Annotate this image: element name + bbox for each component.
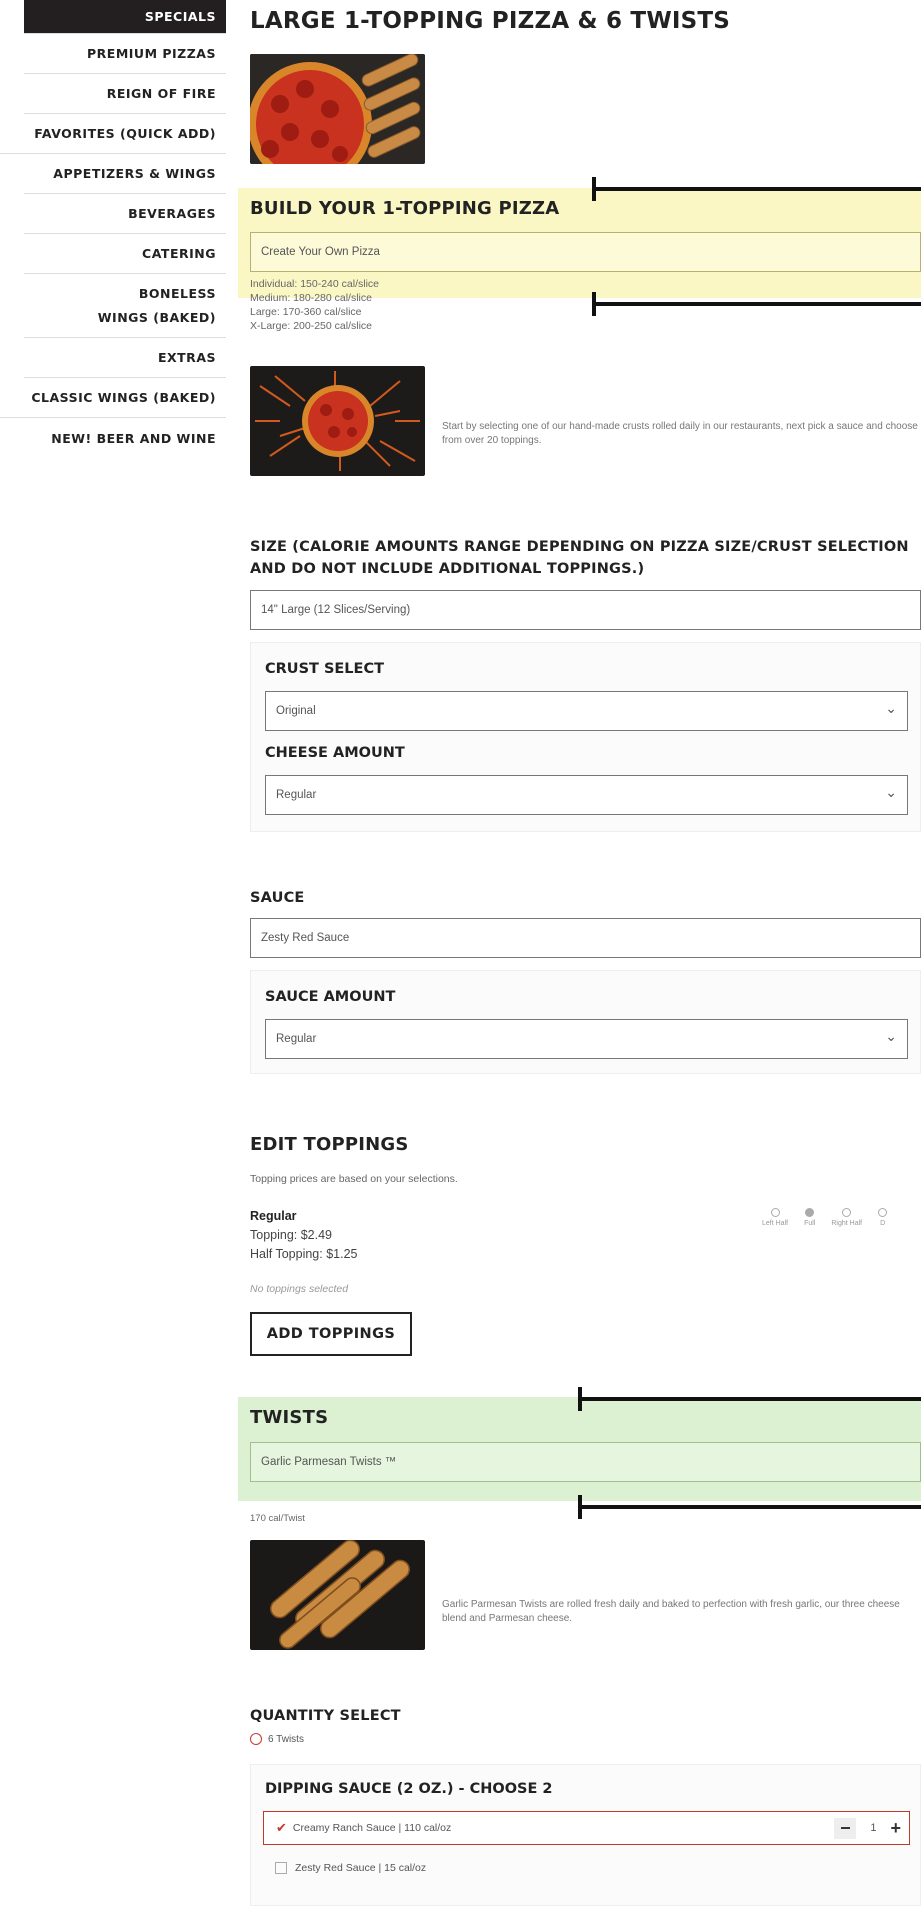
full-icon xyxy=(805,1208,815,1217)
double-icon xyxy=(878,1208,888,1217)
full-option[interactable]: Full xyxy=(804,1208,815,1227)
size-label: SIZE (CALORIE AMOUNTS RANGE DEPENDING ON… xyxy=(250,539,909,577)
sidebar-item-label: PREMIUM PIZZAS xyxy=(87,46,216,61)
half-topping-price: Half Topping: $1.25 xyxy=(250,1247,358,1261)
check-icon: ✔ xyxy=(276,1820,287,1835)
sidebar-item-specials[interactable]: SPECIALS xyxy=(24,0,226,34)
right-half-option[interactable]: Right Half xyxy=(831,1208,862,1227)
sidebar-item-beverages[interactable]: BEVERAGES xyxy=(24,194,226,234)
pizza-select-field[interactable]: Create Your Own Pizza xyxy=(250,232,921,272)
sauce-options-box: SAUCE AMOUNT Regular xyxy=(250,970,921,1074)
size-select[interactable]: 14" Large (12 Slices/Serving) xyxy=(250,590,921,630)
minus-button[interactable]: − xyxy=(834,1817,857,1839)
twists-section-title: TWISTS xyxy=(250,1407,329,1428)
right-half-icon xyxy=(842,1208,852,1217)
sidebar-item-classic-wings[interactable]: CLASSIC WINGS (BAKED) xyxy=(0,378,226,418)
sidebar-item-catering[interactable]: CATERING xyxy=(24,234,226,274)
dipping-sauce-box: DIPPING SAUCE (2 OZ.) - CHOOSE 2 ✔ Cream… xyxy=(250,1764,921,1906)
sauce-select[interactable]: Zesty Red Sauce xyxy=(250,918,921,958)
double-option[interactable]: D xyxy=(878,1208,888,1227)
toppings-tier: Regular xyxy=(250,1209,297,1223)
plus-button[interactable]: + xyxy=(890,1818,901,1839)
pizza-calories: Individual: 150-240 cal/slice Medium: 18… xyxy=(250,277,379,333)
dipping-option-row[interactable]: ✔ Creamy Ranch Sauce | 110 cal/oz − 1 + xyxy=(263,1811,910,1845)
pointer-arrow xyxy=(578,1387,921,1411)
sauce-amount-select[interactable]: Regular xyxy=(265,1019,908,1059)
placement-label: Right Half xyxy=(831,1220,863,1227)
sidebar-item-label: REIGN OF FIRE xyxy=(106,86,216,101)
sidebar-item-label: BONELESS WINGS (BAKED) xyxy=(97,285,216,325)
placement-label: Full xyxy=(804,1220,816,1227)
sidebar-item-label: EXTRAS xyxy=(157,350,216,365)
category-sidebar: SPECIALS PREMIUM PIZZAS REIGN OF FIRE FA… xyxy=(0,0,226,458)
sidebar-item-boneless-wings[interactable]: BONELESS WINGS (BAKED) xyxy=(24,274,226,338)
crust-select[interactable]: Original xyxy=(265,691,908,731)
dipping-label: DIPPING SAUCE (2 OZ.) - CHOOSE 2 xyxy=(265,1781,553,1797)
sidebar-item-label: CLASSIC WINGS (BAKED) xyxy=(31,390,216,405)
sidebar-item-favorites[interactable]: FAVORITES (QUICK ADD) xyxy=(0,114,226,154)
quantity-value: 6 Twists xyxy=(268,1733,304,1745)
pointer-arrow xyxy=(592,292,921,316)
sidebar-item-label: APPETIZERS & WINGS xyxy=(53,166,216,181)
product-image xyxy=(250,54,425,164)
pointer-arrow xyxy=(578,1495,921,1519)
pizza-image xyxy=(250,366,425,476)
calorie-line: Large: 170-360 cal/slice xyxy=(250,306,362,318)
placement-label: Left Half xyxy=(762,1220,789,1227)
sidebar-item-label: NEW! BEER AND WINE xyxy=(51,430,216,446)
stepper-value: 1 xyxy=(870,1822,877,1834)
quantity-option[interactable]: 6 Twists xyxy=(250,1733,304,1745)
twists-description: Garlic Parmesan Twists are rolled fresh … xyxy=(442,1599,900,1624)
sidebar-item-premium-pizzas[interactable]: PREMIUM PIZZAS xyxy=(24,34,226,74)
radio-selected-icon xyxy=(250,1733,262,1745)
calorie-line: Individual: 150-240 cal/slice xyxy=(250,278,379,290)
quantity-stepper[interactable]: − 1 + xyxy=(834,1817,901,1839)
twists-calories: 170 cal/Twist xyxy=(250,1513,305,1524)
sauce-amount-label: SAUCE AMOUNT xyxy=(265,989,396,1005)
sauce-label: SAUCE xyxy=(250,890,305,906)
sidebar-item-appetizers-wings[interactable]: APPETIZERS & WINGS xyxy=(24,154,226,194)
toppings-note: Topping prices are based on your selecti… xyxy=(250,1173,458,1185)
sidebar-item-label: BEVERAGES xyxy=(128,206,216,221)
product-title: LARGE 1-TOPPING PIZZA & 6 TWISTS xyxy=(250,8,731,34)
twists-select-field[interactable]: Garlic Parmesan Twists ™ xyxy=(250,1442,921,1482)
pizza-description: Start by selecting one of our hand-made … xyxy=(442,421,918,446)
dipping-option-label: Creamy Ranch Sauce | 110 cal/oz xyxy=(292,1822,452,1834)
quantity-label: QUANTITY SELECT xyxy=(250,1708,401,1724)
twists-image xyxy=(250,1540,425,1650)
sidebar-item-beer-wine[interactable]: NEW! BEER AND WINE xyxy=(24,418,226,458)
checkbox-icon xyxy=(275,1862,287,1874)
left-half-icon xyxy=(770,1208,780,1217)
calorie-line: Medium: 180-280 cal/slice xyxy=(250,292,372,304)
sidebar-item-label: CATERING xyxy=(142,246,216,261)
dipping-option-row[interactable]: Zesty Red Sauce | 15 cal/oz xyxy=(263,1851,910,1885)
sidebar-item-label: FAVORITES (QUICK ADD) xyxy=(34,126,216,141)
crust-label: CRUST SELECT xyxy=(265,661,384,677)
topping-placement-icons: Left Half Full Right Half D xyxy=(762,1208,888,1227)
size-options-box: CRUST SELECT Original CHEESE AMOUNT Regu… xyxy=(250,642,921,832)
placement-label: D xyxy=(880,1220,886,1227)
dipping-option-label: Zesty Red Sauce | 15 cal/oz xyxy=(295,1862,427,1874)
pointer-arrow xyxy=(592,177,921,201)
toppings-title: EDIT TOPPINGS xyxy=(250,1134,409,1155)
sidebar-item-label: SPECIALS xyxy=(144,9,216,24)
left-half-option[interactable]: Left Half xyxy=(762,1208,788,1227)
cheese-label: CHEESE AMOUNT xyxy=(265,745,405,761)
add-toppings-button[interactable]: ADD TOPPINGS xyxy=(250,1312,412,1356)
no-toppings-text: No toppings selected xyxy=(250,1283,349,1295)
sidebar-item-extras[interactable]: EXTRAS xyxy=(24,338,226,378)
cheese-select[interactable]: Regular xyxy=(265,775,908,815)
pizza-section-title: BUILD YOUR 1-TOPPING PIZZA xyxy=(250,198,560,219)
sidebar-item-reign-of-fire[interactable]: REIGN OF FIRE xyxy=(24,74,226,114)
calorie-line: X-Large: 200-250 cal/slice xyxy=(250,320,372,332)
topping-price: Topping: $2.49 xyxy=(250,1228,333,1242)
